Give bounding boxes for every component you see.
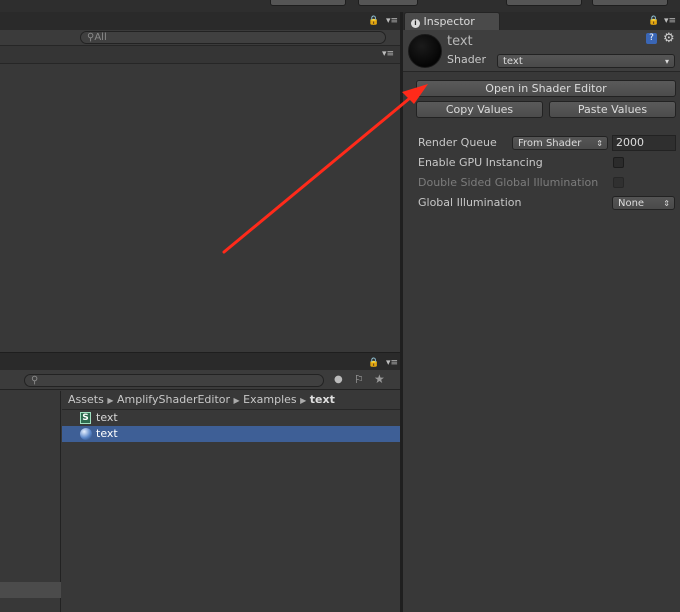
annotation-arrow-icon: [222, 84, 428, 254]
annotation-arrow-shaft: [222, 96, 412, 254]
